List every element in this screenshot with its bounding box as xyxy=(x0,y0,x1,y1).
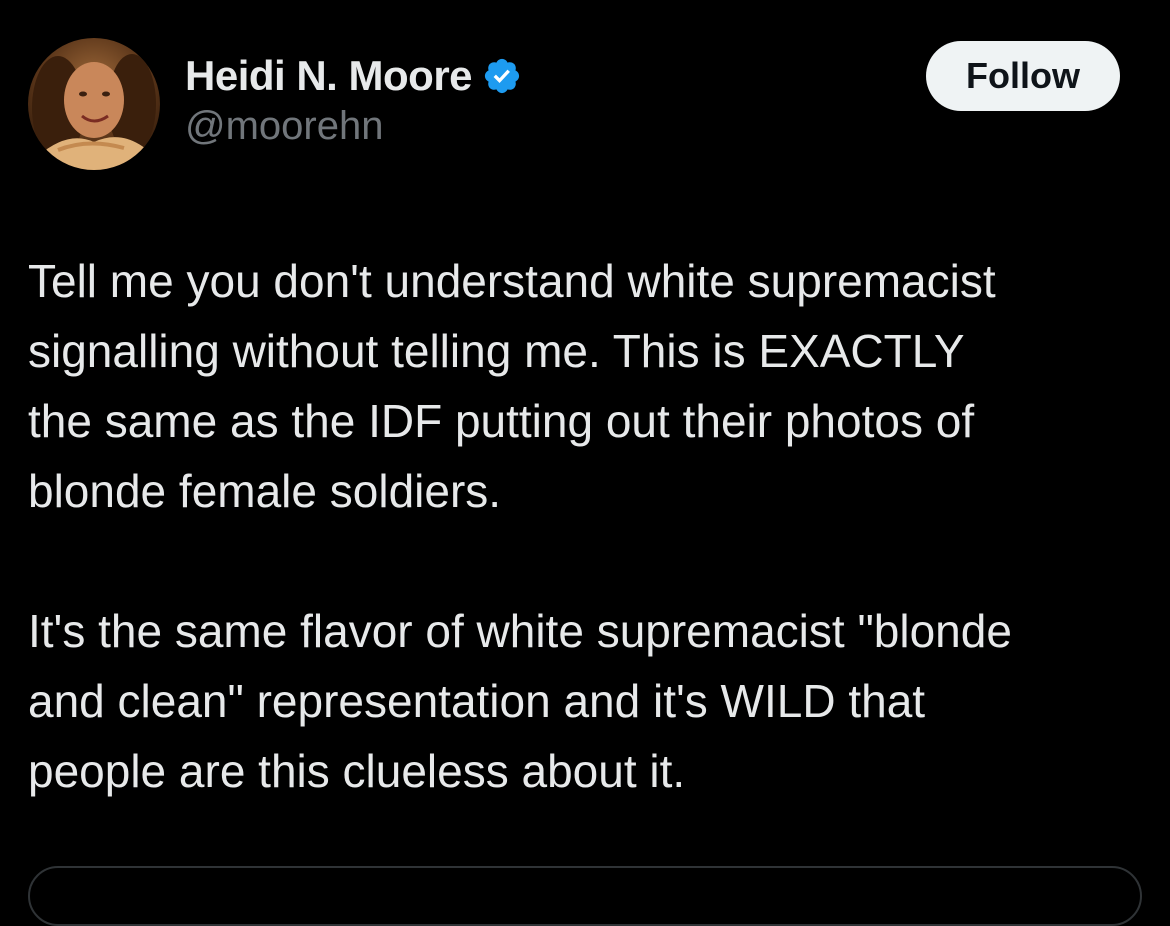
tweet-header: Heidi N. Moore @moorehn Follow xyxy=(28,38,1120,170)
name-row: Heidi N. Moore xyxy=(185,52,522,100)
display-name[interactable]: Heidi N. Moore xyxy=(185,52,473,100)
avatar[interactable] xyxy=(28,38,160,170)
tweet-text: Tell me you don't understand white supre… xyxy=(28,246,1148,806)
tweet-paragraph: It's the same flavor of white supremacis… xyxy=(28,605,1012,797)
tweet-paragraph: Tell me you don't understand white supre… xyxy=(28,255,996,517)
verified-badge-icon[interactable] xyxy=(482,56,522,96)
quoted-card[interactable] xyxy=(28,866,1142,926)
user-handle[interactable]: @moorehn xyxy=(185,104,522,149)
follow-button[interactable]: Follow xyxy=(926,41,1120,111)
avatar-image xyxy=(28,38,160,170)
author-names: Heidi N. Moore @moorehn xyxy=(185,52,522,149)
